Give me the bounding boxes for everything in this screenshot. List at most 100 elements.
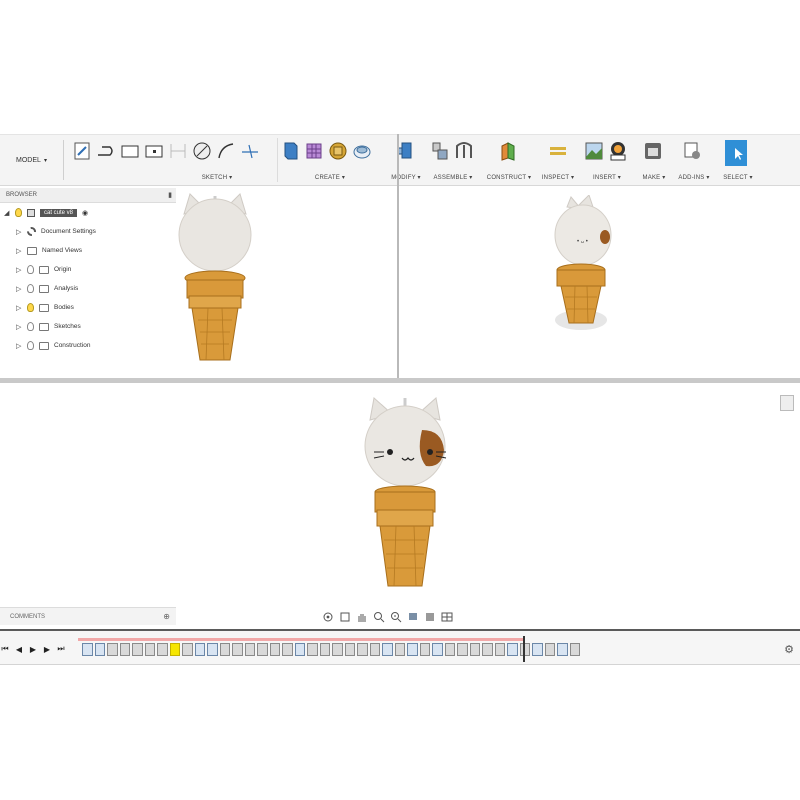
timeline-feature-icon[interactable] <box>244 643 255 656</box>
box-pattern-icon[interactable] <box>304 140 324 162</box>
workspace-switcher[interactable]: MODEL ▾ <box>0 140 64 180</box>
offset-plane-icon[interactable] <box>498 140 518 162</box>
step-forward-icon[interactable]: ▶ <box>43 644 51 654</box>
select-arrow-icon[interactable] <box>725 140 747 166</box>
timeline-feature-icon[interactable] <box>82 643 93 656</box>
visibility-bulb-icon[interactable] <box>27 322 34 331</box>
press-pull-icon[interactable] <box>396 140 416 162</box>
projection-icon[interactable] <box>168 140 188 162</box>
timeline-feature-icon[interactable] <box>569 643 580 656</box>
browser-item-sketches[interactable]: ▷ Sketches <box>0 317 176 336</box>
visibility-bulb-icon[interactable] <box>27 265 34 274</box>
browser-item-document-settings[interactable]: ▷ Document Settings <box>0 222 176 241</box>
insert-image-icon[interactable] <box>584 140 604 162</box>
sweep-icon[interactable] <box>352 140 372 162</box>
timeline-feature-icon[interactable] <box>269 643 280 656</box>
collapse-triangle-icon[interactable]: ◢ <box>4 209 10 217</box>
viewports-icon[interactable] <box>441 611 453 623</box>
play-icon[interactable]: ▶ <box>29 644 37 654</box>
expand-triangle-icon[interactable]: ▷ <box>16 323 22 331</box>
browser-item-origin[interactable]: ▷ Origin <box>0 260 176 279</box>
slot-icon[interactable] <box>144 140 164 162</box>
extrude-icon[interactable] <box>280 140 300 162</box>
go-to-start-icon[interactable]: ⏮ <box>1 644 9 654</box>
timeline-feature-icon[interactable] <box>282 643 293 656</box>
viewport-front-face-model[interactable] <box>360 394 450 589</box>
timeline-feature-icon[interactable] <box>482 643 493 656</box>
visibility-bulb-icon[interactable] <box>27 284 34 293</box>
timeline-feature-icon[interactable] <box>94 643 105 656</box>
grid-settings-icon[interactable] <box>424 611 436 623</box>
rectangle-icon[interactable] <box>120 140 140 162</box>
group-label-make[interactable]: MAKE ▾ <box>638 174 670 181</box>
comments-add-icon[interactable]: ⊕ <box>163 612 170 621</box>
browser-item-analysis[interactable]: ▷ Analysis <box>0 279 176 298</box>
timeline-feature-icon[interactable] <box>169 643 180 656</box>
browser-header[interactable]: BROWSER ▮ <box>0 188 176 203</box>
group-label-inspect[interactable]: INSPECT ▾ <box>538 174 578 181</box>
pan-hand-icon[interactable] <box>356 611 368 623</box>
comments-panel[interactable]: COMMENTS ⊕ <box>0 607 176 625</box>
timeline-marker[interactable] <box>523 636 525 662</box>
timeline-feature-icon[interactable] <box>544 643 555 656</box>
timeline-feature-icon[interactable] <box>557 643 568 656</box>
expand-triangle-icon[interactable]: ▷ <box>16 304 22 312</box>
timeline-feature-icon[interactable] <box>457 643 468 656</box>
browser-item-construction[interactable]: ▷ Construction <box>0 336 176 355</box>
browser-root-item[interactable]: ◢ cat cute v8 ◉ <box>0 203 176 222</box>
timeline-feature-icon[interactable] <box>182 643 193 656</box>
group-label-insert[interactable]: INSERT ▾ <box>582 174 632 181</box>
timeline-feature-icon[interactable] <box>307 643 318 656</box>
display-settings-icon[interactable] <box>407 611 419 623</box>
timeline-feature-icon[interactable] <box>432 643 443 656</box>
timeline-feature-icon[interactable] <box>232 643 243 656</box>
timeline-feature-icon[interactable] <box>219 643 230 656</box>
timeline-feature-icon[interactable] <box>107 643 118 656</box>
go-to-end-icon[interactable]: ⏭ <box>57 644 65 654</box>
viewport-divider-vertical[interactable] <box>397 134 399 378</box>
fit-zoom-icon[interactable] <box>390 611 402 623</box>
timeline-feature-icon[interactable] <box>344 643 355 656</box>
expand-triangle-icon[interactable]: ▷ <box>16 247 22 255</box>
circle-icon[interactable] <box>192 140 212 162</box>
timeline-feature-icon[interactable] <box>532 643 543 656</box>
line-icon[interactable] <box>96 140 116 162</box>
visibility-bulb-icon[interactable] <box>27 303 34 312</box>
scripts-icon[interactable] <box>682 140 702 162</box>
expand-triangle-icon[interactable]: ▷ <box>16 342 22 350</box>
group-label-assemble[interactable]: ASSEMBLE ▾ <box>428 174 478 181</box>
radio-active-icon[interactable]: ◉ <box>82 209 88 217</box>
expand-triangle-icon[interactable]: ▷ <box>16 266 22 274</box>
timeline-feature-icon[interactable] <box>357 643 368 656</box>
revolve-icon[interactable] <box>328 140 348 162</box>
group-label-select[interactable]: SELECT ▾ <box>720 174 756 181</box>
arc-icon[interactable] <box>216 140 236 162</box>
orbit-icon[interactable] <box>322 611 334 623</box>
timeline-feature-icon[interactable] <box>319 643 330 656</box>
expand-triangle-icon[interactable]: ▷ <box>16 228 22 236</box>
timeline-feature-icon[interactable] <box>157 643 168 656</box>
viewport-isometric-model[interactable]: • ᴗ • <box>545 195 620 340</box>
group-label-add-ins[interactable]: ADD-INS ▾ <box>674 174 714 181</box>
viewport-divider-horizontal[interactable] <box>0 378 800 383</box>
timeline-feature-icon[interactable] <box>419 643 430 656</box>
timeline-feature-icon[interactable] <box>444 643 455 656</box>
viewport-front-model[interactable] <box>170 190 260 365</box>
group-label-create[interactable]: CREATE ▾ <box>280 174 380 181</box>
timeline-feature-icon[interactable] <box>394 643 405 656</box>
timeline-feature-icon[interactable] <box>369 643 380 656</box>
zoom-icon[interactable] <box>373 611 385 623</box>
step-back-icon[interactable]: ◀ <box>15 644 23 654</box>
timeline-feature-icon[interactable] <box>494 643 505 656</box>
insert-mesh-icon[interactable] <box>608 140 628 162</box>
timeline-track[interactable] <box>78 636 580 664</box>
joint-icon[interactable] <box>454 140 474 162</box>
visibility-bulb-icon[interactable] <box>27 341 34 350</box>
expand-triangle-icon[interactable]: ▷ <box>16 285 22 293</box>
measure-icon[interactable] <box>548 140 568 162</box>
visibility-bulb-icon[interactable] <box>15 208 22 217</box>
sketch-create-icon[interactable] <box>72 140 92 162</box>
timeline-feature-icon[interactable] <box>194 643 205 656</box>
browser-item-bodies[interactable]: ▷ Bodies <box>0 298 176 317</box>
group-label-construct[interactable]: CONSTRUCT ▾ <box>484 174 534 181</box>
